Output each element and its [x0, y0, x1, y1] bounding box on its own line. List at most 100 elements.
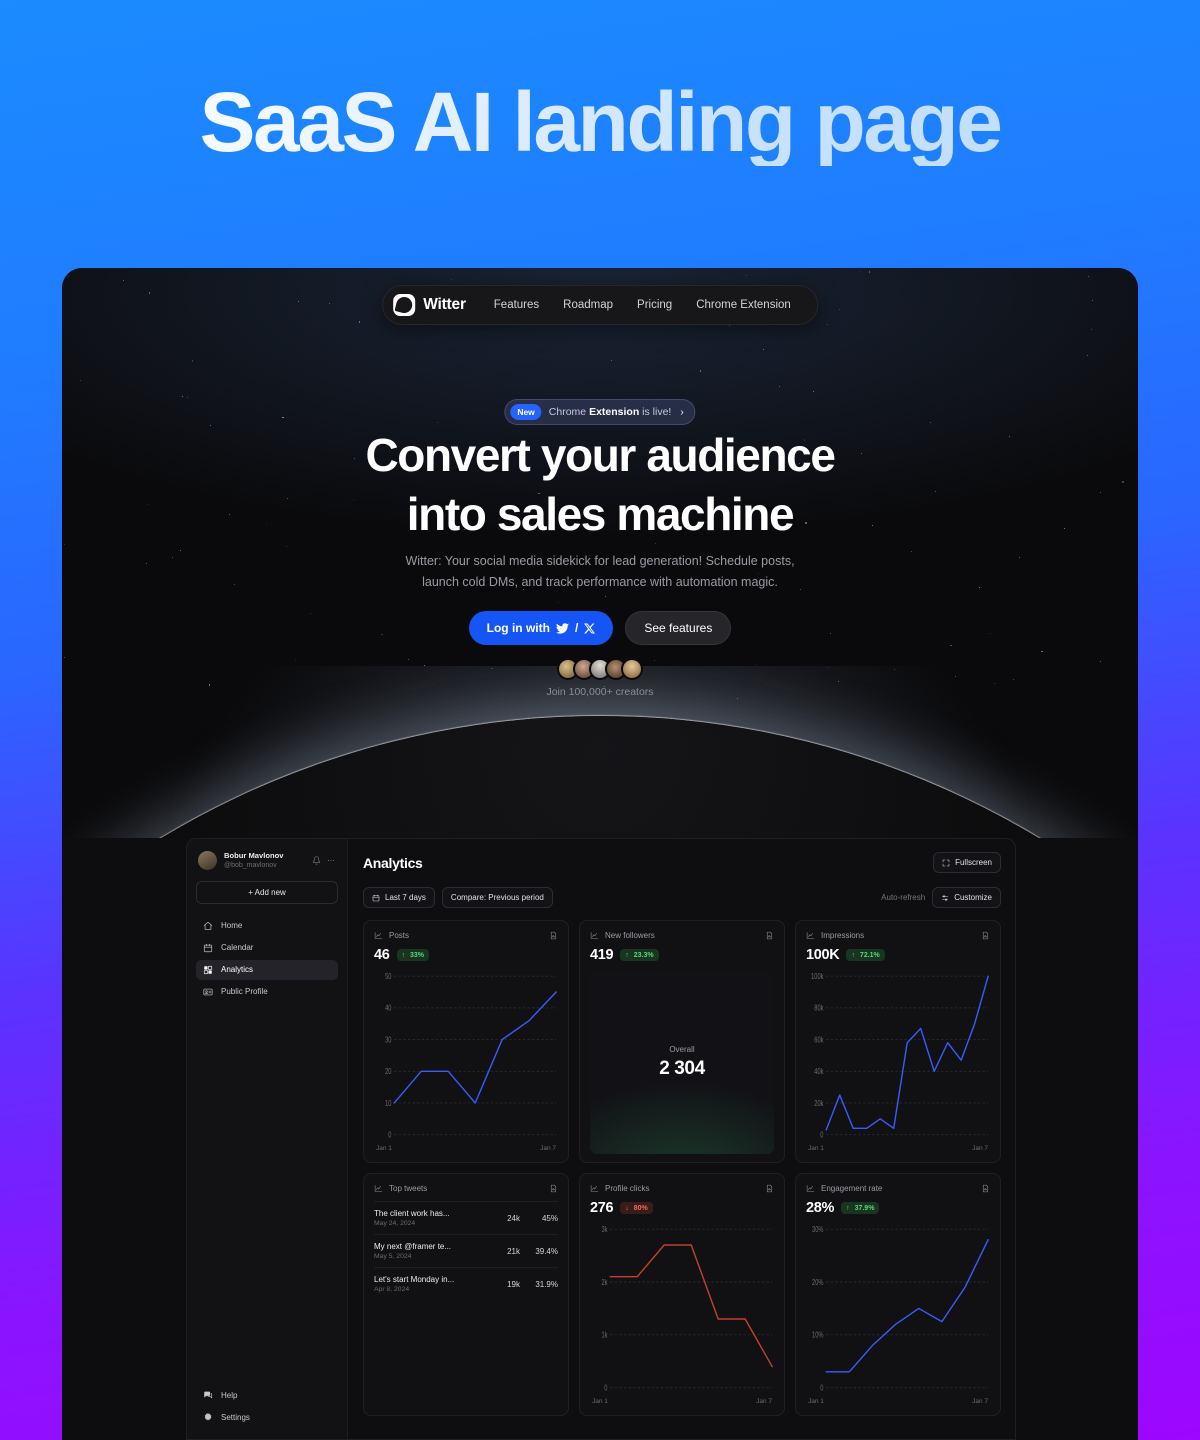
- avatar: [621, 658, 643, 680]
- sidebar-nav: Home Calendar Analytics Public Profile: [196, 916, 338, 1002]
- chart-posts: 0 10 20 30 40 50: [374, 971, 558, 1145]
- list-item[interactable]: The client work has... May 24, 2024 24k …: [374, 1201, 558, 1234]
- card-header: Top tweets: [374, 1184, 558, 1193]
- sidebar-item-help[interactable]: Help: [196, 1385, 338, 1405]
- tweet-text: My next @framer te...: [374, 1242, 452, 1251]
- sidebar-item-analytics[interactable]: Analytics: [196, 959, 338, 980]
- chart-impressions: 0 20k 40k 60k 80k 100k: [806, 971, 990, 1145]
- x-axis-labels: Jan 1 Jan 7: [374, 1145, 558, 1154]
- page-title: SaaS AI landing page: [0, 78, 1200, 166]
- svg-text:80k: 80k: [814, 1005, 824, 1013]
- nav-link-pricing[interactable]: Pricing: [625, 294, 684, 316]
- more-options-icon[interactable]: [326, 856, 336, 865]
- gear-icon: [204, 1413, 212, 1421]
- svg-text:20%: 20%: [812, 1279, 823, 1287]
- tweet-text: Let's start Monday in...: [374, 1275, 455, 1284]
- card-title: Engagement rate: [821, 1184, 883, 1193]
- line-chart-icon: [806, 1185, 815, 1192]
- see-features-button[interactable]: See features: [625, 611, 732, 645]
- sidebar-item-settings[interactable]: Settings: [196, 1407, 338, 1427]
- x-logo-icon: [584, 623, 596, 633]
- date-range-selector[interactable]: Last 7 days: [363, 887, 435, 908]
- line-chart-icon: [374, 1185, 383, 1192]
- tweet-rate: 39.4%: [535, 1246, 558, 1256]
- chevron-right-icon: ›: [680, 406, 684, 418]
- export-report-icon[interactable]: [981, 931, 990, 940]
- card-title: Top tweets: [389, 1184, 428, 1193]
- svg-text:100k: 100k: [811, 973, 824, 981]
- hero-heading-line-1: Convert your audience: [365, 429, 835, 481]
- site-nav[interactable]: Witter Features Roadmap Pricing Chrome E…: [382, 285, 818, 325]
- export-report-icon[interactable]: [981, 1184, 990, 1193]
- nav-link-chrome-extension[interactable]: Chrome Extension: [684, 294, 803, 316]
- bell-icon[interactable]: [312, 856, 321, 865]
- cta-separator: /: [574, 621, 579, 635]
- svg-text:30: 30: [385, 1037, 391, 1045]
- x-label-start: Jan 1: [808, 1145, 824, 1152]
- customize-button[interactable]: Customize: [932, 887, 1001, 908]
- line-chart-icon: [374, 932, 383, 939]
- svg-text:0: 0: [820, 1385, 823, 1393]
- overall-label: Overall: [669, 1045, 695, 1054]
- fullscreen-label: Fullscreen: [955, 858, 992, 867]
- export-report-icon[interactable]: [765, 1184, 774, 1193]
- metric-value: 100K: [806, 947, 840, 963]
- svg-text:10%: 10%: [812, 1332, 823, 1340]
- card-title: Impressions: [821, 931, 865, 940]
- overall-followers-panel: Overall 2 304: [590, 971, 774, 1154]
- card-impressions: Impressions 100K ↑ 72.1% 0 20k 40k 60k 80k 10…: [795, 920, 1001, 1163]
- svg-text:0: 0: [388, 1132, 391, 1140]
- card-header: Profile clicks: [590, 1184, 774, 1193]
- user-profile[interactable]: Bobur Mavlonov @bob_mavlonov: [196, 849, 338, 871]
- line-chart-icon: [590, 1185, 599, 1192]
- card-engagement-rate: Engagement rate 28% ↑ 37.9% 0 10% 20% 30% J…: [795, 1173, 1001, 1416]
- nav-link-features[interactable]: Features: [482, 294, 551, 316]
- svg-text:60k: 60k: [814, 1037, 824, 1045]
- delta-badge: ↑ 37.9%: [841, 1202, 880, 1214]
- list-item[interactable]: My next @framer te... May 5, 2024 21k 39…: [374, 1234, 558, 1267]
- hero-section: Witter Features Roadmap Pricing Chrome E…: [62, 268, 1138, 838]
- x-axis-labels: Jan 1 Jan 7: [806, 1145, 990, 1154]
- dashboard-toolbar: Last 7 days Compare: Previous period Aut…: [363, 887, 1001, 908]
- announcement-badge[interactable]: New Chrome Extension is live! ›: [504, 399, 696, 425]
- dashboard-sidebar: Bobur Mavlonov @bob_mavlonov + Add new H…: [187, 839, 348, 1439]
- svg-text:50: 50: [385, 973, 391, 981]
- brand[interactable]: Witter: [393, 294, 482, 316]
- card-header: Impressions: [806, 931, 990, 940]
- card-header: New followers: [590, 931, 774, 940]
- x-axis-labels: Jan 1 Jan 7: [590, 1398, 774, 1407]
- x-label-end: Jan 7: [756, 1398, 772, 1405]
- add-new-button[interactable]: + Add new: [196, 880, 338, 904]
- tweet-views: 19k: [507, 1279, 520, 1289]
- x-label-start: Jan 1: [376, 1145, 392, 1152]
- twitter-bird-icon: [555, 622, 569, 634]
- sidebar-footer: Help Settings: [196, 1385, 338, 1427]
- sidebar-item-label: Calendar: [221, 943, 254, 953]
- list-item[interactable]: Let's start Monday in... Apr 8, 2024 19k…: [374, 1267, 558, 1300]
- auto-refresh-label[interactable]: Auto-refresh: [881, 893, 925, 902]
- date-range-label: Last 7 days: [385, 893, 426, 902]
- sidebar-item-calendar[interactable]: Calendar: [196, 938, 338, 958]
- user-name: Bobur Mavlonov: [224, 851, 284, 860]
- compare-selector[interactable]: Compare: Previous period: [441, 887, 553, 908]
- export-report-icon[interactable]: [549, 1184, 558, 1193]
- card-top-tweets: Top tweets The client work has... May 24…: [363, 1173, 569, 1416]
- sidebar-item-public-profile[interactable]: Public Profile: [196, 982, 338, 1002]
- svg-text:20k: 20k: [814, 1100, 824, 1108]
- fullscreen-button[interactable]: Fullscreen: [933, 852, 1001, 873]
- sidebar-item-home[interactable]: Home: [196, 916, 338, 936]
- login-button[interactable]: Log in with /: [468, 611, 614, 645]
- login-button-label: Log in with: [486, 621, 550, 635]
- delta-badge: ↑ 72.1%: [846, 949, 885, 961]
- card-header: Posts: [374, 931, 558, 940]
- hero-cta-row: Log in with / See features: [62, 611, 1138, 645]
- top-tweets-list: The client work has... May 24, 2024 24k …: [374, 1201, 558, 1407]
- nav-link-roadmap[interactable]: Roadmap: [551, 294, 625, 316]
- export-report-icon[interactable]: [765, 931, 774, 940]
- svg-text:1k: 1k: [601, 1332, 607, 1340]
- x-label-start: Jan 1: [808, 1398, 824, 1405]
- home-icon: [203, 921, 213, 930]
- customize-label: Customize: [954, 893, 992, 902]
- tweet-rate: 31.9%: [535, 1279, 558, 1289]
- export-report-icon[interactable]: [549, 931, 558, 940]
